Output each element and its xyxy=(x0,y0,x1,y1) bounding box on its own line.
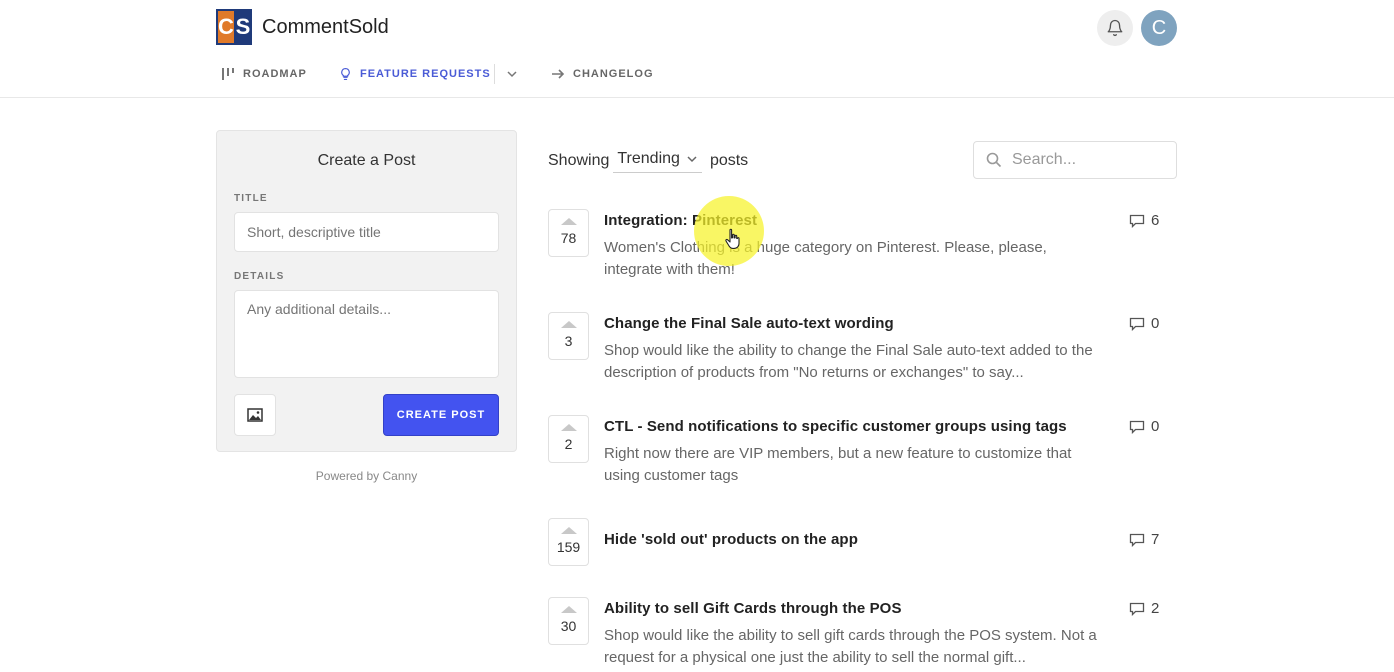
upvote-arrow-icon xyxy=(560,527,577,534)
search-box[interactable]: Search... xyxy=(973,141,1177,179)
title-label: TITLE xyxy=(234,193,268,204)
comment-icon xyxy=(1129,317,1145,331)
comment-count-value: 0 xyxy=(1151,418,1160,435)
comment-count-value: 7 xyxy=(1151,531,1160,548)
nav-roadmap-label: ROADMAP xyxy=(243,68,307,80)
arrow-right-icon xyxy=(552,69,565,79)
post-title[interactable]: Ability to sell Gift Cards through the P… xyxy=(604,600,902,617)
notifications-button[interactable] xyxy=(1097,10,1133,46)
details-textarea[interactable] xyxy=(234,290,499,378)
bell-icon xyxy=(1107,19,1123,37)
hand-cursor-icon xyxy=(725,228,740,249)
post-filter-row: Showing Trending posts xyxy=(548,148,748,173)
upvote-button[interactable]: 159 xyxy=(548,518,589,566)
comment-count[interactable]: 2 xyxy=(1129,600,1159,617)
showing-label: Showing xyxy=(548,151,610,169)
comment-count[interactable]: 7 xyxy=(1129,531,1159,548)
comment-icon xyxy=(1129,214,1145,228)
nav-feature-requests[interactable]: FEATURE REQUESTS xyxy=(339,67,491,81)
post-body[interactable]: Shop would like the ability to change th… xyxy=(604,340,1104,384)
image-icon xyxy=(247,408,263,422)
comment-count[interactable]: 0 xyxy=(1129,418,1159,435)
vote-count: 30 xyxy=(560,618,577,634)
nav-divider xyxy=(494,64,495,84)
comment-count-value: 6 xyxy=(1151,212,1160,229)
user-avatar[interactable]: C xyxy=(1141,10,1177,46)
posts-label: posts xyxy=(709,151,749,169)
chevron-down-icon xyxy=(507,71,517,78)
search-icon xyxy=(986,152,1002,168)
nav-roadmap[interactable]: ROADMAP xyxy=(221,67,307,81)
nav-changelog[interactable]: CHANGELOG xyxy=(551,68,654,80)
nav-changelog-label: CHANGELOG xyxy=(573,68,654,80)
create-post-button[interactable]: CREATE POST xyxy=(383,394,499,436)
vote-count: 159 xyxy=(556,539,581,555)
vote-count: 2 xyxy=(564,436,573,452)
upvote-arrow-icon xyxy=(560,218,577,225)
header: C S CommentSold C ROADMAP FEATURE REQUES… xyxy=(0,0,1394,98)
powered-by-canny[interactable]: Powered by Canny xyxy=(216,469,517,483)
upvote-button[interactable]: 78 xyxy=(548,209,589,257)
main-nav: ROADMAP FEATURE REQUESTS CHANGELOG xyxy=(0,64,1394,84)
vote-count: 78 xyxy=(560,230,577,246)
lightbulb-icon xyxy=(341,67,350,81)
sort-select[interactable]: Trending xyxy=(613,148,702,173)
sort-value: Trending xyxy=(617,150,680,167)
upvote-arrow-icon xyxy=(560,424,577,431)
post-title[interactable]: Change the Final Sale auto-text wording xyxy=(604,315,894,332)
brand-name[interactable]: CommentSold xyxy=(262,16,389,39)
attach-image-button[interactable] xyxy=(234,394,276,436)
post-body[interactable]: Right now there are VIP members, but a n… xyxy=(604,443,1104,487)
chevron-down-icon xyxy=(687,156,697,163)
title-input[interactable] xyxy=(234,212,499,252)
upvote-arrow-icon xyxy=(560,606,577,613)
logo-letter-s: S xyxy=(234,9,252,45)
create-post-heading: Create a Post xyxy=(317,152,416,169)
roadmap-icon xyxy=(222,68,234,80)
board-dropdown-toggle[interactable] xyxy=(506,68,518,80)
vote-count: 3 xyxy=(564,333,573,349)
upvote-button[interactable]: 2 xyxy=(548,415,589,463)
comment-count[interactable]: 6 xyxy=(1129,212,1159,229)
upvote-arrow-icon xyxy=(560,321,577,328)
commentsold-logo[interactable]: C S xyxy=(216,9,252,45)
post-body[interactable]: Women's Clothing is a huge category on P… xyxy=(604,237,1104,281)
comment-count-value: 2 xyxy=(1151,600,1160,617)
comment-icon xyxy=(1129,533,1145,547)
post-body[interactable]: Shop would like the ability to sell gift… xyxy=(604,625,1104,672)
post-title[interactable]: CTL - Send notifications to specific cus… xyxy=(604,418,1067,435)
details-label: DETAILS xyxy=(234,271,285,282)
upvote-button[interactable]: 3 xyxy=(548,312,589,360)
create-post-card: Create a Post TITLE DETAILS CREATE POST xyxy=(216,130,517,452)
nav-feature-requests-label: FEATURE REQUESTS xyxy=(360,68,491,80)
comment-count-value: 0 xyxy=(1151,315,1160,332)
upvote-button[interactable]: 30 xyxy=(548,597,589,645)
comment-icon xyxy=(1129,420,1145,434)
logo-letter-c: C xyxy=(216,9,234,45)
post-title[interactable]: Hide 'sold out' products on the app xyxy=(604,531,858,548)
comment-count[interactable]: 0 xyxy=(1129,315,1159,332)
comment-icon xyxy=(1129,602,1145,616)
search-placeholder: Search... xyxy=(1012,151,1077,168)
